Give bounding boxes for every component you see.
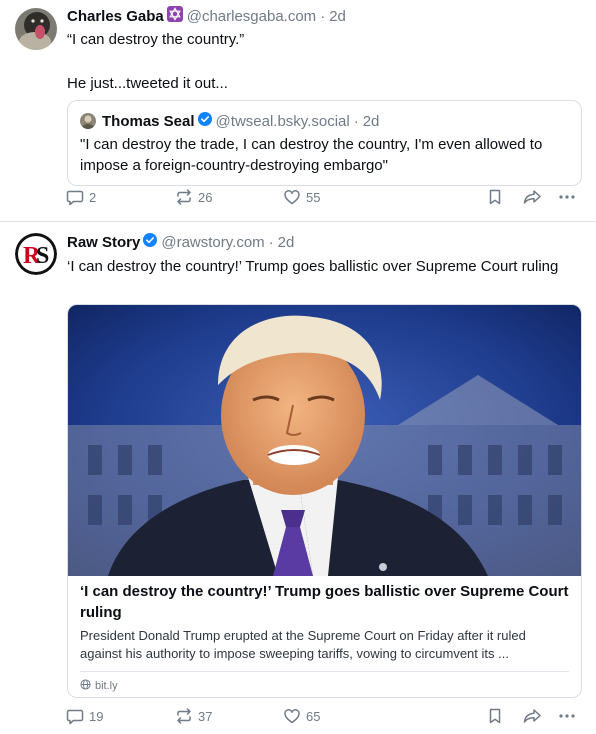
more-options-button[interactable] [558,707,576,725]
author-handle[interactable]: @charlesgaba.com [187,8,316,25]
post-content: Charles Gaba @charlesgaba.com · 2d “I ca… [67,6,582,186]
card-image [68,305,581,576]
reply-button[interactable]: 2 [66,188,96,206]
post[interactable]: R S Raw Story @rawstory.com · 2d ‘I can … [0,222,596,734]
avatar[interactable] [15,8,57,50]
reply-icon [66,707,84,725]
card-body: ‘I can destroy the country!’ Trump goes … [80,581,569,693]
like-button[interactable]: 65 [283,707,320,725]
svg-text:S: S [36,243,49,269]
repost-count: 37 [198,708,213,724]
post-content: Raw Story @rawstory.com · 2d ‘I can dest… [67,232,582,698]
quote-text: "I can destroy the trade, I can destroy … [80,136,543,174]
separator-dot: · [320,7,326,25]
more-options-button[interactable] [558,188,576,206]
post-actions: 19 37 65 [0,705,596,727]
link-card[interactable]: ‘I can destroy the country!’ Trump goes … [67,304,582,698]
share-icon [522,188,542,206]
heart-icon [283,188,301,206]
author-handle[interactable]: @rawstory.com [161,234,264,251]
reply-count: 2 [89,189,97,205]
post-actions: 2 26 55 [0,186,596,208]
like-count: 65 [306,708,321,724]
repost-count: 26 [198,189,213,205]
like-button[interactable]: 55 [283,188,320,206]
share-button[interactable] [522,188,542,206]
separator-dot: · [268,233,274,251]
share-button[interactable] [522,707,542,725]
quote-author-handle: @twseal.bsky.social [215,112,350,130]
bookmark-icon [486,707,504,725]
card-domain-text: bit.ly [95,680,118,692]
like-count: 55 [306,189,321,205]
post-time[interactable]: 2d [278,234,295,251]
quote-author-name: Thomas Seal [102,112,195,130]
quoted-post[interactable]: Thomas Seal @twseal.bsky.social · 2d "I … [67,100,582,186]
repost-icon [175,707,193,725]
share-icon [522,707,542,725]
globe-icon [80,679,95,693]
repost-button[interactable]: 26 [175,188,212,206]
feed: Charles Gaba @charlesgaba.com · 2d “I ca… [0,0,596,734]
card-description: President Donald Trump erupted at the Su… [80,628,526,661]
quote-avatar [80,113,96,129]
bookmark-button[interactable] [486,188,504,206]
heart-icon [283,707,301,725]
post-header: Raw Story @rawstory.com · 2d [67,232,582,252]
reply-count: 19 [89,708,104,724]
ellipsis-icon [558,188,576,206]
card-divider [80,671,569,672]
quote-header: Thomas Seal @twseal.bsky.social · 2d [80,111,569,131]
post-text: “I can destroy the country.” He just...t… [67,31,245,92]
author-name[interactable]: Charles Gaba [67,8,164,25]
card-title: ‘I can destroy the country!’ Trump goes … [80,583,569,621]
card-domain: bit.ly [80,679,569,693]
bookmark-icon [486,188,504,206]
post-header: Charles Gaba @charlesgaba.com · 2d [67,6,582,26]
verified-icon [143,233,158,251]
reply-button[interactable]: 19 [66,707,103,725]
post-time[interactable]: 2d [329,8,346,25]
post-text: ‘I can destroy the country!’ Trump goes … [67,258,559,275]
avatar[interactable]: R S [15,233,57,275]
verified-icon [197,112,212,130]
post[interactable]: Charles Gaba @charlesgaba.com · 2d “I ca… [0,0,596,222]
repost-icon [175,188,193,206]
repost-button[interactable]: 37 [175,707,212,725]
bookmark-button[interactable] [486,707,504,725]
quote-time: 2d [362,112,380,130]
star-of-david-icon [166,6,183,26]
ellipsis-icon [558,707,576,725]
separator-dot: · [353,112,359,130]
author-name[interactable]: Raw Story [67,234,140,251]
reply-icon [66,188,84,206]
